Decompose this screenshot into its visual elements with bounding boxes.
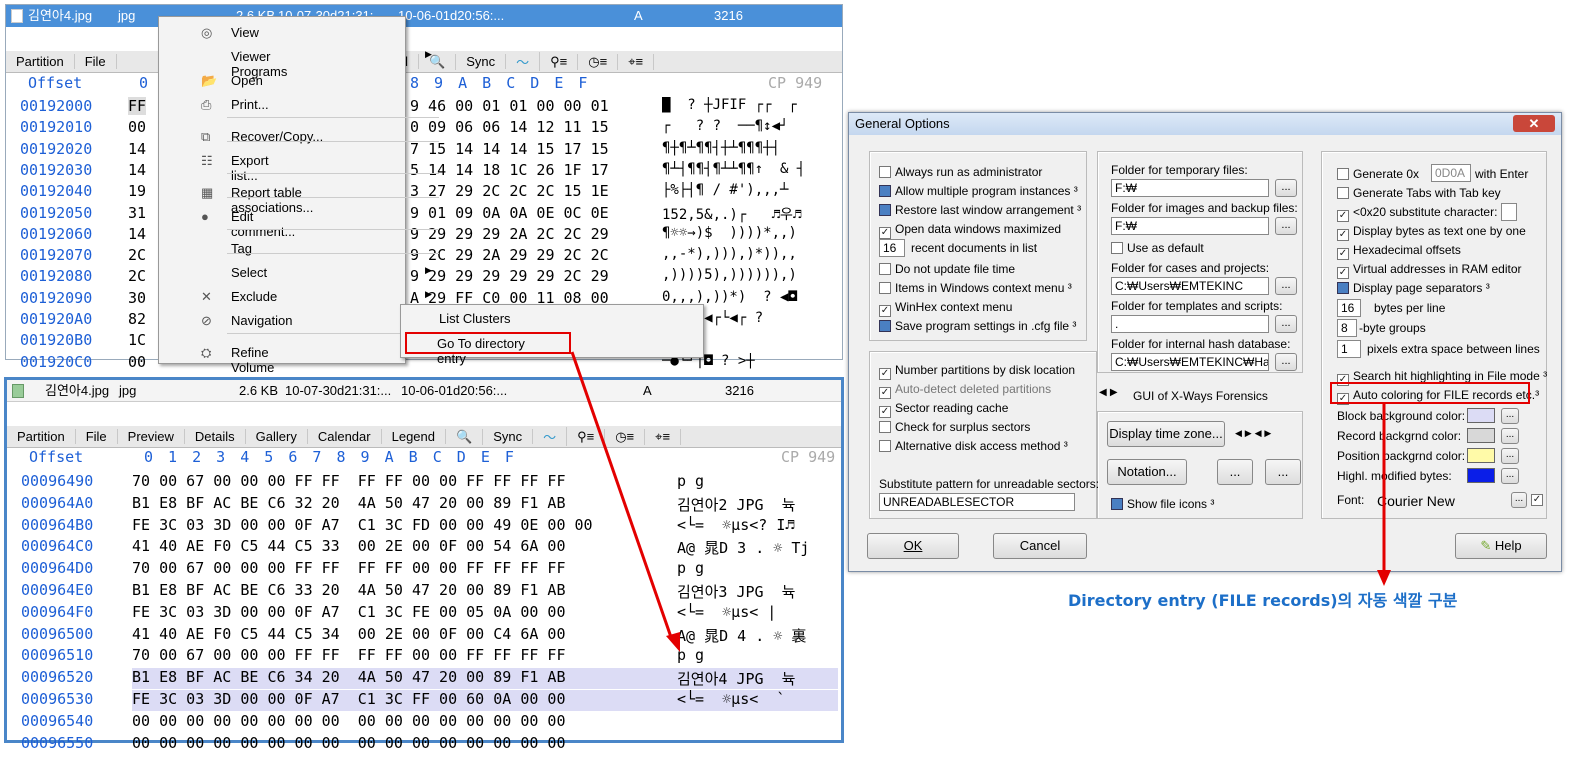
annotation-arrows — [570, 351, 1391, 652]
arrow-line-left — [570, 351, 674, 641]
caption: Directory entry (FILE records)의 자동 색깔 구분 — [1068, 591, 1458, 610]
arrow-head-right — [1377, 570, 1391, 586]
arrow-head-left — [666, 632, 680, 652]
